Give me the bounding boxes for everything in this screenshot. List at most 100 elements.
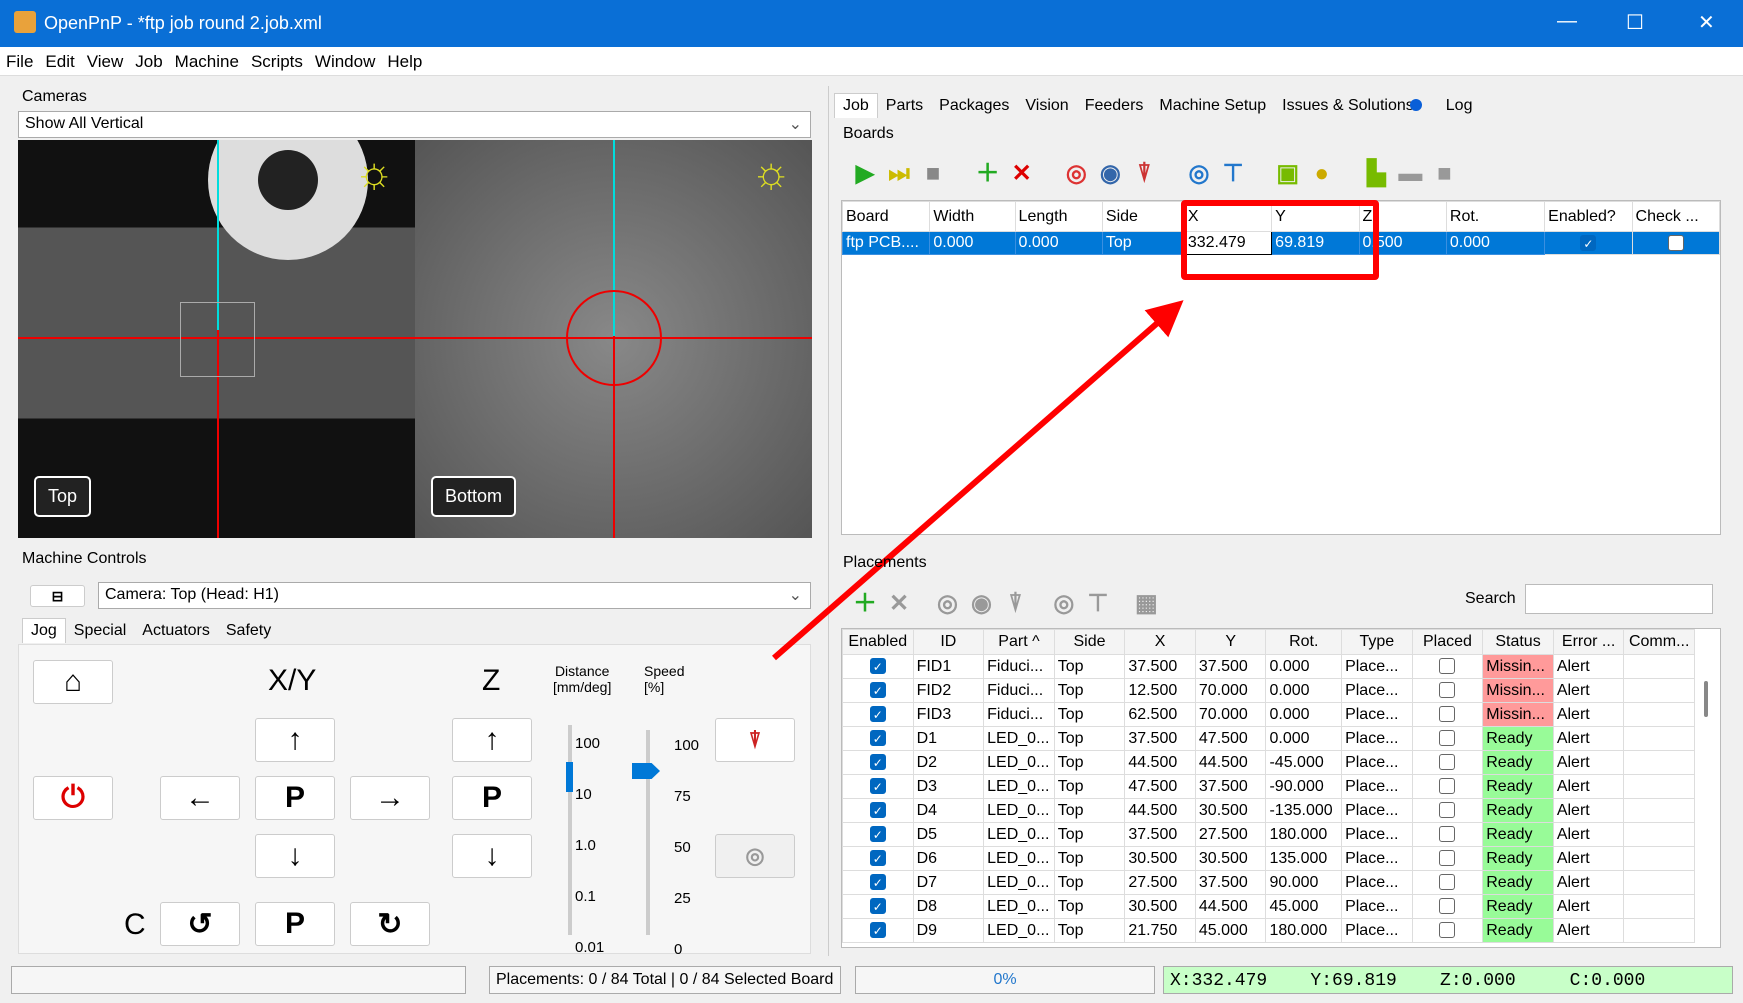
placed-checkbox[interactable] <box>1439 706 1456 723</box>
table-row[interactable]: ✓ FID3 Fiduci... Top 62.500 70.000 0.000 Place.… <box>842 702 1695 727</box>
cell-error-handling[interactable]: Alert <box>1552 726 1625 751</box>
cell-enabled[interactable]: ✓ <box>842 678 914 703</box>
table-row[interactable]: ✓ D3 LED_0... Top 47.500 37.500 -90.000 Place..… <box>842 774 1695 799</box>
cell-y[interactable]: 30.500 <box>1194 798 1267 823</box>
cell-x[interactable]: 37.500 <box>1124 654 1196 679</box>
cell-y[interactable]: 70.000 <box>1194 678 1267 703</box>
cell-enabled[interactable]: ✓ <box>842 750 914 775</box>
cell-x[interactable]: 62.500 <box>1124 702 1196 727</box>
cell-type[interactable]: Place... <box>1341 918 1413 943</box>
enabled-checkbox[interactable]: ✓ <box>869 898 886 915</box>
cell-rot[interactable]: 180.000 <box>1265 822 1343 847</box>
cell-part[interactable]: LED_0... <box>983 870 1055 895</box>
table-row[interactable]: ✓ D7 LED_0... Top 27.500 37.500 90.000 Place...… <box>842 870 1695 895</box>
cell-part[interactable]: Fiduci... <box>983 702 1055 727</box>
cell-part[interactable]: LED_0... <box>983 846 1055 871</box>
cell-comments[interactable] <box>1623 894 1695 919</box>
cell-type[interactable]: Place... <box>1341 894 1413 919</box>
cell-error-handling[interactable]: Alert <box>1552 798 1625 823</box>
cell-comments[interactable] <box>1623 678 1695 703</box>
cell-x[interactable]: 37.500 <box>1124 726 1196 751</box>
enabled-checkbox[interactable]: ✓ <box>869 802 886 819</box>
cell-part[interactable]: Fiduci... <box>983 678 1055 703</box>
cell-side[interactable]: Top <box>1053 750 1126 775</box>
cell-type[interactable]: Place... <box>1341 774 1413 799</box>
placed-checkbox[interactable] <box>1439 802 1456 819</box>
cell-placed[interactable] <box>1411 678 1484 703</box>
cell-side[interactable]: Top <box>1053 774 1126 799</box>
cell-id[interactable]: FID3 <box>912 702 985 727</box>
column-header[interactable]: Type <box>1341 629 1413 655</box>
enabled-checkbox[interactable]: ✓ <box>869 706 886 723</box>
cell-error-handling[interactable]: Alert <box>1552 870 1625 895</box>
enabled-checkbox[interactable]: ✓ <box>869 730 886 747</box>
cell-enabled[interactable]: ✓ <box>842 726 914 751</box>
cell-placed[interactable] <box>1411 750 1484 775</box>
cell-rot[interactable]: -135.000 <box>1265 798 1343 823</box>
enabled-checkbox[interactable]: ✓ <box>869 658 886 675</box>
cell-enabled[interactable]: ✓ <box>842 870 914 895</box>
table-row[interactable]: ✓ FID2 Fiduci... Top 12.500 70.000 0.000 Place.… <box>842 678 1695 703</box>
enabled-checkbox[interactable]: ✓ <box>869 682 886 699</box>
cell-x[interactable]: 12.500 <box>1124 678 1196 703</box>
placed-checkbox[interactable] <box>1439 658 1456 675</box>
table-row[interactable]: ✓ D9 LED_0... Top 21.750 45.000 180.000 Place..… <box>842 918 1695 943</box>
column-header[interactable]: Y <box>1194 629 1267 655</box>
table-row[interactable]: ✓ FID1 Fiduci... Top 37.500 37.500 0.000 Place.… <box>842 654 1695 679</box>
cell-side[interactable]: Top <box>1053 918 1126 943</box>
cell-y[interactable]: 70.000 <box>1194 702 1267 727</box>
enabled-checkbox[interactable]: ✓ <box>869 778 886 795</box>
cell-comments[interactable] <box>1623 726 1695 751</box>
table-row[interactable]: ✓ D4 LED_0... Top 44.500 30.500 -135.000 Place.… <box>842 798 1695 823</box>
cell-error-handling[interactable]: Alert <box>1552 918 1625 943</box>
cell-comments[interactable] <box>1623 798 1695 823</box>
cell-id[interactable]: D7 <box>912 870 985 895</box>
cell-rot[interactable]: 0.000 <box>1265 654 1343 679</box>
placed-checkbox[interactable] <box>1439 898 1456 915</box>
enabled-checkbox[interactable]: ✓ <box>869 754 886 771</box>
cell-rot[interactable]: 0.000 <box>1265 678 1343 703</box>
cell-error-handling[interactable]: Alert <box>1552 654 1625 679</box>
cell-placed[interactable] <box>1411 798 1484 823</box>
cell-y[interactable]: 44.500 <box>1194 894 1267 919</box>
cell-placed[interactable] <box>1411 654 1484 679</box>
cell-x[interactable]: 30.500 <box>1124 894 1196 919</box>
cell-enabled[interactable]: ✓ <box>842 702 914 727</box>
enabled-checkbox[interactable]: ✓ <box>869 826 886 843</box>
capture-camera-icon[interactable]: ◎ <box>1047 586 1081 620</box>
cell-comments[interactable] <box>1623 846 1695 871</box>
cell-comments[interactable] <box>1623 870 1695 895</box>
cell-side[interactable]: Top <box>1053 702 1126 727</box>
cell-placed[interactable] <box>1411 726 1484 751</box>
cell-part[interactable]: LED_0... <box>983 774 1055 799</box>
enabled-checkbox[interactable]: ✓ <box>869 874 886 891</box>
cell-placed[interactable] <box>1411 702 1484 727</box>
cell-id[interactable]: D8 <box>912 894 985 919</box>
cell-comments[interactable] <box>1623 774 1695 799</box>
cell-y[interactable]: 47.500 <box>1194 726 1267 751</box>
placed-checkbox[interactable] <box>1439 778 1456 795</box>
cell-type[interactable]: Place... <box>1341 654 1413 679</box>
column-header[interactable]: Part ^ <box>983 629 1055 655</box>
cell-type[interactable]: Place... <box>1341 846 1413 871</box>
cell-x[interactable]: 37.500 <box>1124 822 1196 847</box>
cell-x[interactable]: 27.500 <box>1124 870 1196 895</box>
cell-rot[interactable]: -45.000 <box>1265 750 1343 775</box>
scrollbar-thumb[interactable] <box>1704 681 1708 717</box>
add-placement-icon[interactable]: ＋ <box>848 583 882 617</box>
position-camera-icon[interactable]: ◎ <box>930 586 964 620</box>
cell-y[interactable]: 30.500 <box>1194 846 1267 871</box>
table-row[interactable]: ✓ D6 LED_0... Top 30.500 30.500 135.000 Place..… <box>842 846 1695 871</box>
cell-error-handling[interactable]: Alert <box>1552 894 1625 919</box>
capture-nozzle-icon[interactable]: ⊤ <box>1081 586 1115 620</box>
cell-enabled[interactable]: ✓ <box>842 918 914 943</box>
cell-x[interactable]: 47.500 <box>1124 774 1196 799</box>
column-header[interactable]: X <box>1124 629 1196 655</box>
cell-id[interactable]: FID1 <box>912 654 985 679</box>
cell-x[interactable]: 21.750 <box>1124 918 1196 943</box>
cell-y[interactable]: 45.000 <box>1194 918 1267 943</box>
cell-type[interactable]: Place... <box>1341 678 1413 703</box>
cell-id[interactable]: FID2 <box>912 678 985 703</box>
cell-enabled[interactable]: ✓ <box>842 846 914 871</box>
cell-side[interactable]: Top <box>1053 798 1126 823</box>
